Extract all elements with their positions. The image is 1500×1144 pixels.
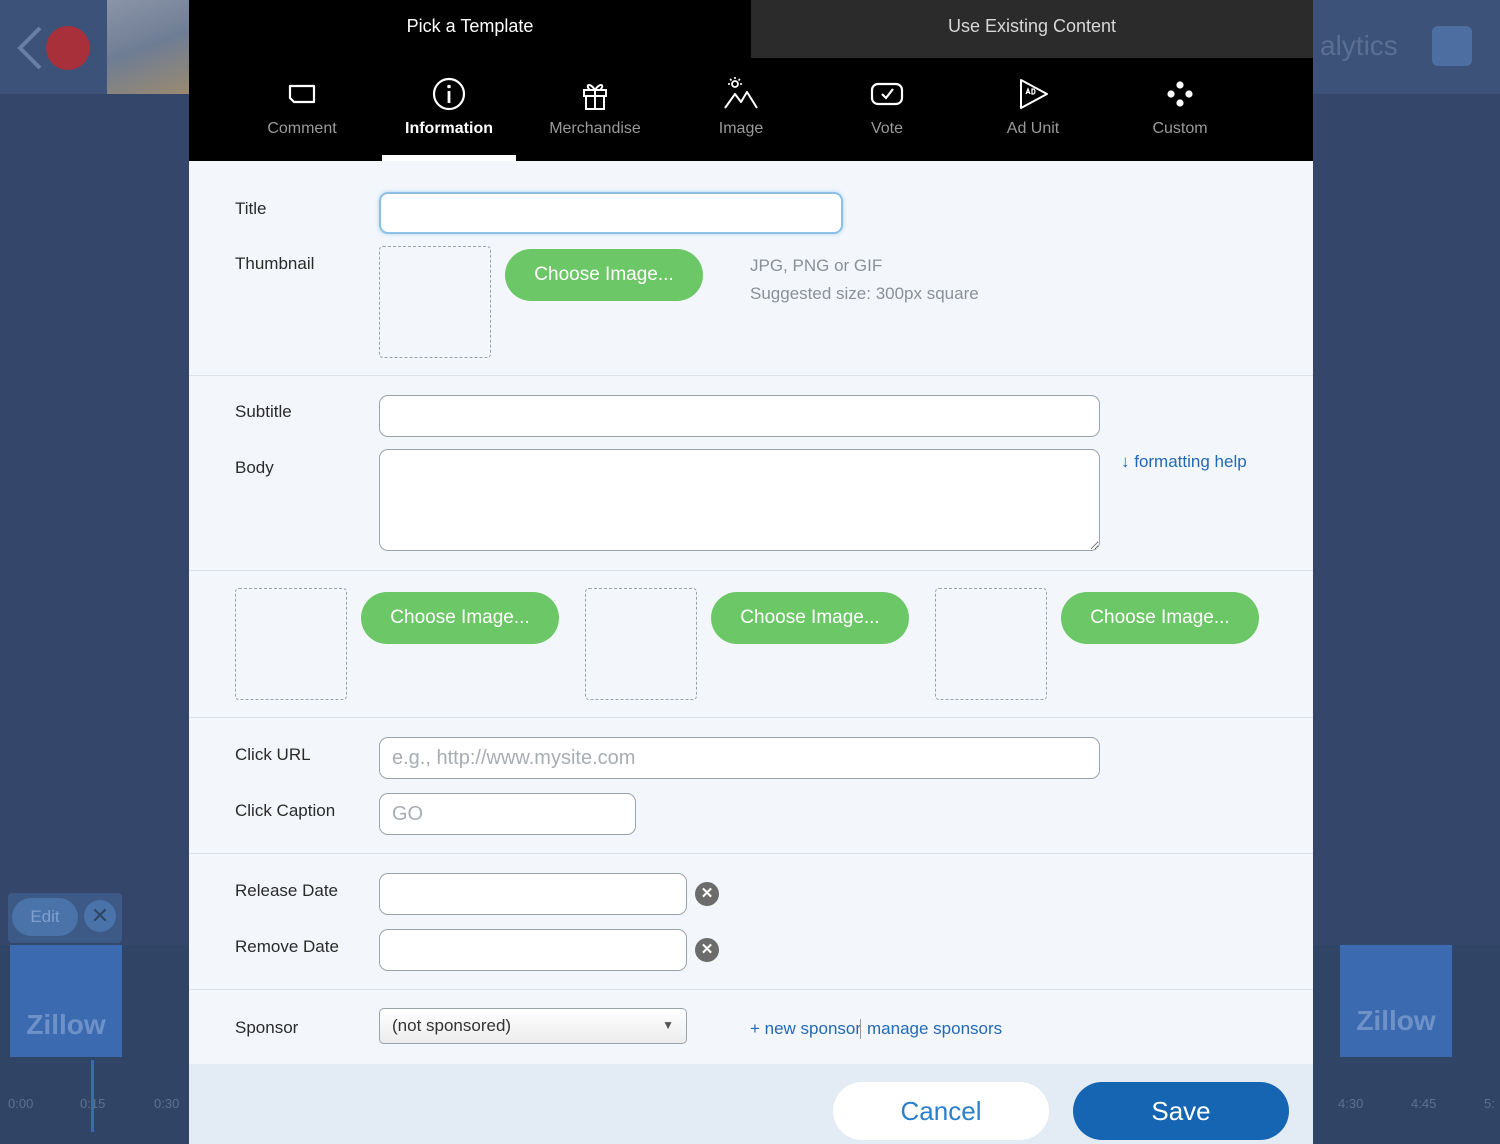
new-sponsor-link[interactable]: + new sponsor	[750, 1019, 861, 1039]
subtitle-input[interactable]	[379, 395, 1100, 437]
sponsor-select-value: (not sponsored)	[392, 1016, 512, 1035]
thumbnail-label: Thumbnail	[235, 254, 315, 273]
type-vote[interactable]: Vote	[820, 58, 954, 161]
modal-footer: Cancel Save	[189, 1064, 1313, 1144]
timeline-tick: 0:00	[8, 1096, 34, 1111]
user-avatar-icon	[1432, 26, 1472, 66]
tab-pick-template[interactable]: Pick a Template	[189, 0, 751, 58]
timeline-tick: 5:	[1484, 1096, 1495, 1111]
image-dropzone[interactable]	[935, 588, 1047, 700]
type-information[interactable]: Information	[382, 58, 516, 161]
sponsor-label: Sponsor	[235, 1018, 299, 1037]
cancel-button[interactable]: Cancel	[833, 1082, 1049, 1140]
timeline-tick: 4:45	[1411, 1096, 1437, 1111]
app-logo	[46, 26, 90, 70]
thumbnail-format-hint: JPG, PNG or GIF	[750, 256, 883, 275]
release-date-label: Release Date	[235, 881, 339, 900]
video-thumbnail	[107, 0, 189, 94]
click-caption-label: Click Caption	[235, 801, 336, 820]
template-source-tabs: Pick a Template Use Existing Content	[189, 0, 1313, 58]
type-label: Ad Unit	[1006, 120, 1060, 137]
tab-use-existing-content[interactable]: Use Existing Content	[751, 0, 1313, 58]
body-label: Body	[235, 458, 274, 477]
save-button[interactable]: Save	[1073, 1082, 1289, 1140]
type-custom[interactable]: Custom	[1113, 58, 1247, 161]
choose-image-button[interactable]: Choose Image...	[711, 592, 909, 644]
type-ad-unit[interactable]: Ad Unit	[966, 58, 1100, 161]
thumbnail-size-hint: Suggested size: 300px square	[750, 284, 979, 303]
formatting-help-link[interactable]: ↓ formatting help	[1121, 452, 1247, 472]
edit-button: Edit	[12, 898, 78, 936]
type-label: Information	[405, 120, 493, 137]
analytics-label: alytics	[1320, 30, 1398, 61]
timeline-tick: 0:30	[154, 1096, 180, 1111]
type-label: Custom	[1152, 120, 1208, 137]
type-comment[interactable]: Comment	[235, 58, 369, 161]
content-editor-modal: Pick a Template Use Existing Content Com…	[189, 0, 1313, 1144]
type-label: Vote	[870, 120, 904, 137]
gift-icon	[583, 83, 607, 110]
title-input[interactable]	[379, 192, 843, 234]
click-url-label: Click URL	[235, 745, 311, 764]
thumbnail-dropzone[interactable]	[379, 246, 491, 358]
manage-sponsors-link[interactable]: manage sponsors	[867, 1019, 1002, 1039]
info-icon	[432, 77, 466, 111]
type-label: Image	[718, 120, 764, 137]
timeline-tick: 0:15	[80, 1096, 106, 1111]
choose-thumbnail-button[interactable]: Choose Image...	[505, 249, 703, 301]
clear-remove-date-icon[interactable]: ✕	[695, 938, 719, 962]
link-divider	[860, 1019, 861, 1039]
click-url-section: Click URL Click Caption	[189, 718, 1313, 854]
image-icon	[724, 77, 758, 109]
type-label: Merchandise	[549, 120, 641, 137]
click-url-input[interactable]	[379, 737, 1100, 779]
title-thumbnail-section: Title Thumbnail Choose Image... JPG, PNG…	[189, 161, 1313, 376]
dropdown-arrow-icon: ▼	[662, 1018, 674, 1032]
body-textarea[interactable]	[379, 449, 1100, 551]
type-label: Comment	[267, 120, 337, 137]
custom-icon	[1167, 81, 1193, 107]
back-arrow-icon	[17, 26, 42, 70]
title-label: Title	[235, 199, 267, 218]
comment-icon	[288, 84, 316, 104]
subtitle-body-section: Subtitle Body ↓ formatting help	[189, 376, 1313, 571]
choose-image-button[interactable]: Choose Image...	[1061, 592, 1259, 644]
sponsor-select[interactable]: (not sponsored) ▼	[379, 1008, 687, 1044]
timeline-tick: 4:30	[1338, 1096, 1364, 1111]
dates-section: Release Date ✕ Remove Date ✕	[189, 854, 1313, 990]
image-dropzone[interactable]	[235, 588, 347, 700]
type-merchandise[interactable]: Merchandise	[528, 58, 662, 161]
vote-icon	[870, 82, 904, 106]
ad-unit-icon	[1020, 79, 1048, 109]
zillow-ad-thumbnail: Zillow	[10, 945, 122, 1057]
edit-close-icon: ✕	[84, 900, 116, 932]
clear-release-date-icon[interactable]: ✕	[695, 882, 719, 906]
type-image[interactable]: Image	[674, 58, 808, 161]
remove-date-input[interactable]	[379, 929, 687, 971]
template-type-bar: Comment Information Merchandise Image Vo…	[189, 58, 1313, 161]
additional-images-section: Choose Image... Choose Image... Choose I…	[189, 571, 1313, 718]
sponsor-section: Sponsor (not sponsored) ▼ + new sponsor …	[189, 990, 1313, 1064]
zillow-ad-thumbnail: Zillow	[1340, 945, 1452, 1057]
release-date-input[interactable]	[379, 873, 687, 915]
image-dropzone[interactable]	[585, 588, 697, 700]
choose-image-button[interactable]: Choose Image...	[361, 592, 559, 644]
remove-date-label: Remove Date	[235, 937, 339, 956]
subtitle-label: Subtitle	[235, 402, 292, 421]
click-caption-input[interactable]	[379, 793, 636, 835]
